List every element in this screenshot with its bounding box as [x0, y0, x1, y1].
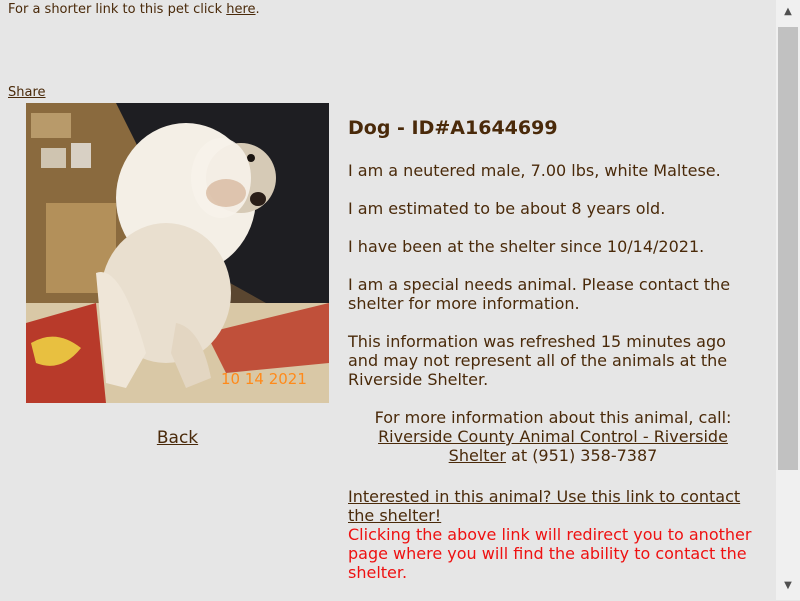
- animal-title: Dog - ID#A1644699: [348, 117, 558, 139]
- vertical-scrollbar[interactable]: ▲ ▼: [776, 0, 800, 600]
- interested-section: Interested in this animal? Use this link…: [348, 487, 758, 582]
- redirect-note: Clicking the above link will redirect yo…: [348, 525, 752, 582]
- back-wrapper: Back: [26, 428, 329, 448]
- short-link-here[interactable]: here: [226, 2, 255, 17]
- photo-date-stamp: 10 14 2021: [221, 370, 307, 388]
- share-link[interactable]: Share: [8, 85, 46, 100]
- short-link-line: For a shorter link to this pet click her…: [8, 2, 260, 17]
- animal-shelter-since: I have been at the shelter since 10/14/2…: [348, 237, 705, 256]
- refresh-note: This information was refreshed 15 minute…: [348, 332, 728, 389]
- contact-lead: For more information about this animal, …: [374, 408, 732, 427]
- shelter-phone: at (951) 358-7387: [505, 446, 658, 465]
- pet-photo: 10 14 2021: [26, 103, 329, 403]
- scroll-up-icon[interactable]: ▲: [776, 3, 800, 21]
- contact-info: For more information about this animal, …: [348, 408, 758, 465]
- back-link[interactable]: Back: [157, 428, 198, 448]
- special-needs-note: I am a special needs animal. Please cont…: [348, 275, 731, 313]
- animal-age: I am estimated to be about 8 years old.: [348, 199, 666, 218]
- animal-info: Dog - ID#A1644699 I am a neutered male, …: [348, 116, 758, 601]
- short-link-prefix: For a shorter link to this pet click: [8, 2, 227, 17]
- animal-description: I am a neutered male, 7.00 lbs, white Ma…: [348, 161, 721, 180]
- pet-photo-image: 10 14 2021: [26, 103, 329, 403]
- short-link-suffix: .: [255, 2, 260, 17]
- interested-link[interactable]: Interested in this animal? Use this link…: [348, 487, 740, 525]
- scroll-down-icon[interactable]: ▼: [776, 577, 800, 595]
- scroll-thumb[interactable]: [778, 27, 798, 470]
